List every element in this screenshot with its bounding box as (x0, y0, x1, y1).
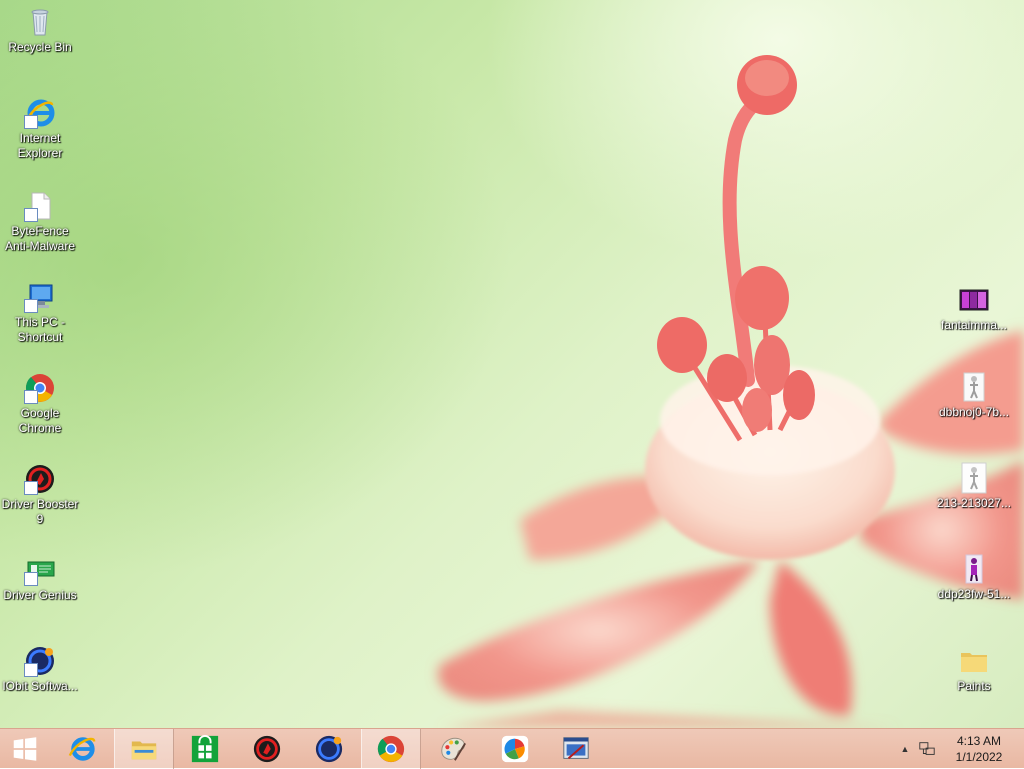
desktop-icon-recycle-bin[interactable]: Recycle Bin (0, 6, 80, 55)
taskbar-file-explorer[interactable] (114, 729, 174, 769)
recycle-bin-icon (24, 6, 56, 38)
desktop-icon-label: ddp23fw-51... (937, 587, 1011, 601)
folder-icon (958, 645, 990, 677)
taskbar-iobit[interactable] (299, 729, 359, 769)
desktop-icon-label: Driver Booster 9 (1, 497, 79, 526)
desktop-icon-driver-genius[interactable]: Driver Genius (0, 554, 80, 603)
wallpaper-flower (438, 55, 1024, 728)
image-file-icon (958, 371, 990, 403)
shortcut-arrow-icon (24, 390, 38, 404)
desktop-icon-fantaimma[interactable]: fantaimma... (934, 284, 1014, 333)
taskbar: ▲ 4:13 AM 1/1/2022 (0, 728, 1024, 769)
shortcut-arrow-icon (24, 299, 38, 313)
desktop-icon-paints[interactable]: Paints (934, 645, 1014, 694)
taskbar-paint[interactable] (423, 729, 483, 769)
network-icon[interactable] (918, 740, 936, 758)
clock-time: 4:13 AM (956, 734, 1002, 748)
desktop: Recycle Bin Internet Explorer ByteFence … (0, 0, 1024, 728)
desktop-icon-img213[interactable]: 213-213027... (934, 462, 1014, 511)
clock-date: 1/1/2022 (955, 750, 1003, 764)
desktop-icon-label: Google Chrome (18, 406, 62, 435)
desktop-icon-label: 213-213027... (936, 496, 1012, 510)
shortcut-arrow-icon (24, 208, 38, 222)
show-hidden-icons-icon[interactable]: ▲ (898, 744, 912, 754)
windows-store-icon (191, 735, 219, 763)
system-tray: ▲ (898, 729, 936, 769)
desktop-icon-this-pc[interactable]: This PC - Shortcut (0, 281, 80, 345)
color-wheel-icon (501, 735, 529, 763)
taskbar-internet-explorer[interactable] (52, 729, 112, 769)
shortcut-arrow-icon (24, 663, 38, 677)
iobit-icon (315, 735, 343, 763)
desktop-icon-bytefence[interactable]: ByteFence Anti-Malware (0, 190, 80, 254)
chrome-icon (24, 372, 56, 404)
taskbar-color-app[interactable] (485, 729, 545, 769)
desktop-icon-dbbnoj[interactable]: dbbnoj0-7b... (934, 371, 1014, 420)
driver-booster-icon (24, 463, 56, 495)
desktop-icon-label: ByteFence Anti-Malware (4, 224, 76, 253)
taskbar-window-app[interactable] (546, 729, 606, 769)
driver-booster-icon (253, 735, 281, 763)
desktop-icon-ddp23fw[interactable]: ddp23fw-51... (934, 553, 1014, 602)
image-file-icon (958, 284, 990, 316)
clock[interactable]: 4:13 AM 1/1/2022 (946, 733, 1012, 765)
iobit-icon (24, 645, 56, 677)
desktop-icon-label: Driver Genius (3, 588, 77, 602)
taskbar-driver-booster[interactable] (237, 729, 297, 769)
paint-palette-icon (441, 737, 466, 761)
image-file-icon (958, 462, 990, 494)
shortcut-arrow-icon (24, 572, 38, 586)
window-app-icon (563, 737, 589, 760)
document-icon (24, 190, 56, 222)
shortcut-arrow-icon (24, 115, 38, 129)
desktop-icon-label: dbbnoj0-7b... (938, 405, 1010, 419)
internet-explorer-icon (68, 737, 96, 761)
internet-explorer-icon (24, 97, 56, 129)
desktop-icon-label: Internet Explorer (17, 131, 63, 160)
image-file-icon (958, 553, 990, 585)
desktop-icon-google-chrome[interactable]: Google Chrome (0, 372, 80, 436)
desktop-icon-driver-booster[interactable]: Driver Booster 9 (0, 463, 80, 527)
desktop-icon-label: IObit Softwa... (2, 679, 78, 693)
desktop-icon-label: fantaimma... (940, 318, 1008, 332)
desktop-icon-label: This PC - Shortcut (14, 315, 65, 344)
taskbar-windows-store[interactable] (175, 729, 235, 769)
computer-icon (24, 281, 56, 313)
desktop-icon-iobit[interactable]: IObit Softwa... (0, 645, 80, 694)
start-button[interactable] (0, 729, 50, 769)
chrome-icon (377, 735, 405, 763)
desktop-icon-internet-explorer[interactable]: Internet Explorer (0, 97, 80, 161)
desktop-icon-label: Recycle Bin (8, 40, 72, 54)
taskbar-chrome[interactable] (361, 729, 421, 769)
desktop-icon-label: Paints (957, 679, 991, 693)
file-explorer-icon (131, 741, 157, 760)
windows-logo-icon (13, 737, 37, 761)
shortcut-arrow-icon (24, 481, 38, 495)
driver-genius-icon (24, 554, 56, 586)
